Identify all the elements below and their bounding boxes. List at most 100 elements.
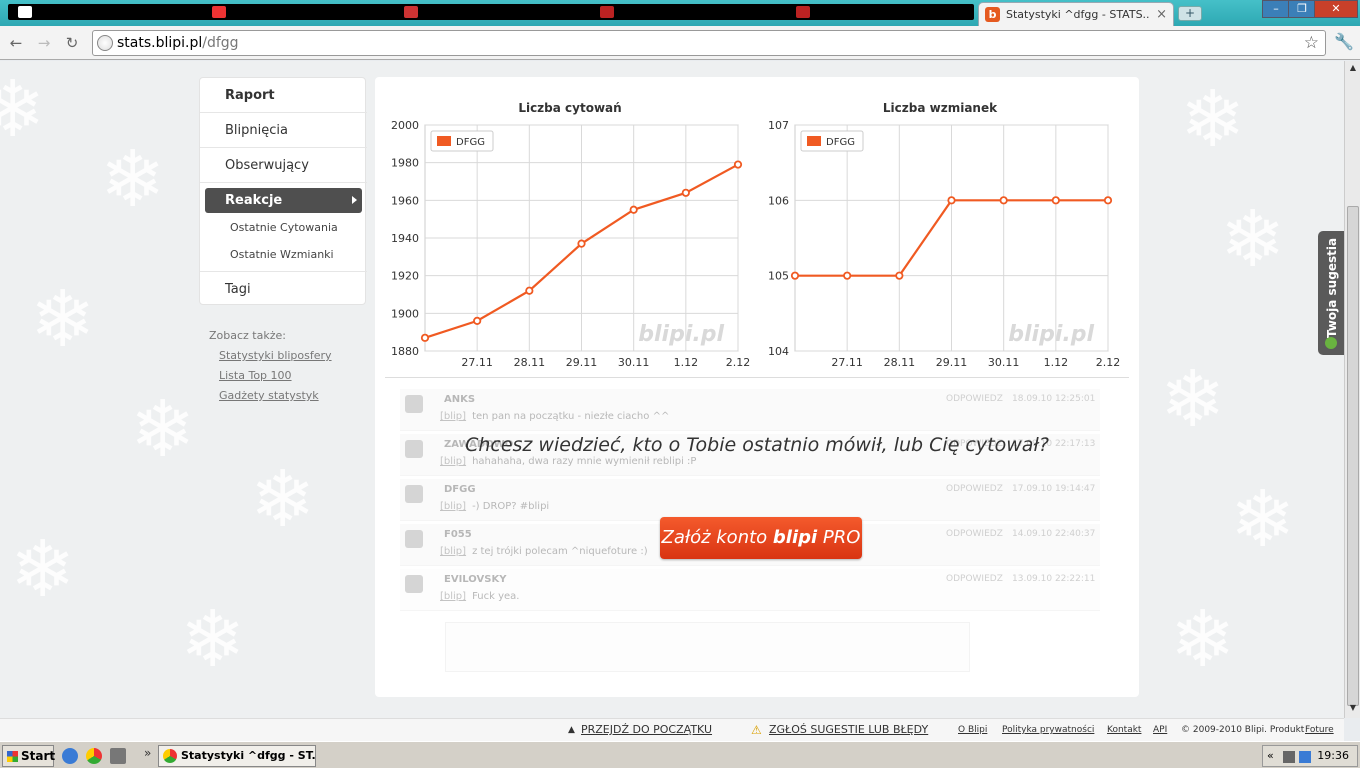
scroll-up-icon[interactable]: ▲ [1347, 63, 1359, 75]
tab-gmail-icon[interactable] [212, 6, 226, 18]
sidebar-item-tagi[interactable]: Tagi [200, 271, 367, 306]
x-tick-label: 30.11 [618, 356, 650, 369]
sidebar-item-reakcje[interactable]: Reakcje [205, 188, 362, 213]
y-tick-label: 1900 [391, 307, 419, 320]
snowflake-decoration: ❄ [1230, 475, 1296, 565]
taskbar-item-label: Statystyki ^dfgg - ST... [181, 749, 316, 762]
start-button[interactable]: Start [2, 745, 56, 767]
legend-swatch [437, 136, 451, 146]
tab-page-icon[interactable] [18, 6, 32, 18]
footer-link-o-blipi[interactable]: O Blipi [958, 725, 987, 735]
see-also-label: Zobacz także: [209, 329, 286, 342]
windows-taskbar: Start » Statystyki ^dfgg - ST... « 19:36 [0, 741, 1360, 768]
footer-link-privacy[interactable]: Polityka prywatności [1002, 725, 1094, 735]
tray-app-icon[interactable] [1299, 751, 1311, 763]
data-point [1051, 196, 1060, 205]
redacted-tabs [8, 4, 974, 20]
feed-date: 18.09.10 12:25:01 [1012, 394, 1096, 404]
chrome-icon[interactable] [86, 748, 102, 764]
link-statystyki-bliposfery[interactable]: Statystyki bliposfery [219, 349, 332, 362]
legend-label: DFGG [826, 137, 855, 148]
suggestion-plus-icon [1325, 337, 1337, 349]
footer-link-api[interactable]: API [1153, 725, 1167, 735]
snowflake-decoration: ❄ [180, 595, 246, 685]
data-point [473, 316, 482, 325]
link-lista-top-100[interactable]: Lista Top 100 [219, 369, 292, 382]
tab-red-icon[interactable] [404, 6, 418, 18]
y-tick-label: 104 [768, 345, 789, 358]
quicklaunch-expand-icon[interactable]: » [144, 746, 151, 760]
bookmark-star-icon[interactable]: ☆ [1304, 33, 1319, 53]
feed-row: ANKS [blip] ten pan na początku - niezłe … [400, 389, 1100, 431]
x-tick-label: 1.12 [674, 356, 699, 369]
y-tick-label: 1960 [391, 194, 419, 207]
windows-logo-icon [7, 751, 18, 762]
footer-company-link[interactable]: Foture [1305, 725, 1334, 735]
active-tab[interactable]: b Statystyki ^dfgg - STATS.... × [978, 2, 1174, 26]
wrench-menu-icon[interactable]: 🔧 [1334, 32, 1354, 51]
snowflake-decoration: ❄ [130, 385, 196, 475]
scrollbar-thumb[interactable] [1347, 206, 1359, 706]
sidebar-subitem-wzmianki[interactable]: Ostatnie Wzmianki [230, 248, 334, 261]
footer-link-contact[interactable]: Kontakt [1107, 725, 1141, 735]
ie-icon[interactable] [62, 748, 78, 764]
vertical-scrollbar[interactable]: ▲ ▼ [1344, 61, 1360, 718]
feed-message: hahahaha, dwa razy mnie wymienił reblipi… [472, 456, 697, 467]
suggestion-tab[interactable]: Twoja sugestia [1318, 231, 1344, 355]
reload-button[interactable]: ↻ [62, 34, 82, 52]
warning-icon: ⚠ [751, 723, 762, 737]
sidebar-item-blipniecia[interactable]: Blipnięcia [200, 113, 367, 148]
x-tick-label: 2.12 [1096, 356, 1121, 369]
start-label: Start [21, 749, 56, 763]
y-tick-label: 107 [768, 119, 789, 132]
chart-legend: DFGG [430, 130, 494, 152]
link-gadzety-statystyk[interactable]: Gadżety statystyk [219, 389, 319, 402]
footer-report-link[interactable]: ZGŁOŚ SUGESTIE LUB BŁĘDY [769, 723, 928, 736]
forward-button[interactable]: → [34, 34, 54, 52]
create-pro-account-button[interactable]: Załóż konto blipi PRO [660, 517, 862, 559]
back-button[interactable]: ← [6, 34, 26, 52]
taskbar-item-chrome[interactable]: Statystyki ^dfgg - ST... [158, 745, 316, 767]
data-point [420, 333, 430, 342]
sidebar-subitem-cytowania[interactable]: Ostatnie Cytowania [230, 221, 338, 234]
x-tick-label: 30.11 [988, 356, 1020, 369]
tray-expand-icon[interactable]: « [1267, 746, 1274, 766]
address-bar[interactable]: stats.blipi.pl/dfgg ☆ [92, 30, 1326, 56]
data-point [895, 271, 904, 280]
footer-top-link[interactable]: PRZEJDŹ DO POCZĄTKU [581, 723, 712, 736]
legend-label: DFGG [456, 137, 485, 148]
url-host: stats.blipi.pl [117, 35, 203, 51]
x-tick-label: 27.11 [461, 356, 493, 369]
page-viewport: ❄ ❄ ❄ ❄ ❄ ❄ ❄ ❄ ❄ ❄ ❄ ❄ Raport Blipnięci… [0, 61, 1344, 718]
promo-headline: Chcesz wiedzieć, kto o Tobie ostatnio mó… [465, 434, 1049, 456]
globe-icon [97, 35, 113, 51]
chart-title: Liczba wzmianek [882, 101, 998, 115]
pro-button-suffix: PRO [817, 527, 861, 548]
sidebar-item-raport[interactable]: Raport [200, 78, 367, 113]
maximize-button[interactable]: ❐ [1288, 0, 1316, 18]
feed-tag: [blip] [440, 456, 467, 467]
tab-red-icon[interactable] [600, 6, 614, 18]
sidebar-item-obserwujacy[interactable]: Obserwujący [200, 148, 367, 183]
window-close-button[interactable]: ✕ [1314, 0, 1358, 18]
feed-message: ten pan na początku - niezłe ciacho ^^ [472, 411, 670, 422]
snowflake-decoration: ❄ [1220, 195, 1286, 285]
y-tick-label: 1920 [391, 270, 419, 283]
y-tick-label: 106 [768, 194, 789, 207]
data-point [947, 196, 956, 205]
data-point [733, 160, 743, 169]
minimize-button[interactable]: – [1262, 0, 1290, 18]
url-path: /dfgg [202, 35, 239, 51]
y-tick-label: 1980 [391, 157, 419, 170]
feed-author: EVILOVSKY [444, 574, 507, 585]
scroll-down-icon[interactable]: ▼ [1347, 703, 1359, 715]
chart-legend: DFGG [800, 130, 864, 152]
feed-text: [blip] Fuck yea. [440, 591, 519, 602]
network-icon[interactable] [1283, 751, 1295, 763]
new-tab-button[interactable]: + [1178, 6, 1202, 21]
app-icon[interactable] [110, 748, 126, 764]
tab-close-icon[interactable]: × [1156, 7, 1167, 22]
data-point [790, 271, 800, 280]
tab-red-icon[interactable] [796, 6, 810, 18]
browser-toolbar: ← → ↻ stats.blipi.pl/dfgg ☆ 🔧 [0, 26, 1360, 60]
